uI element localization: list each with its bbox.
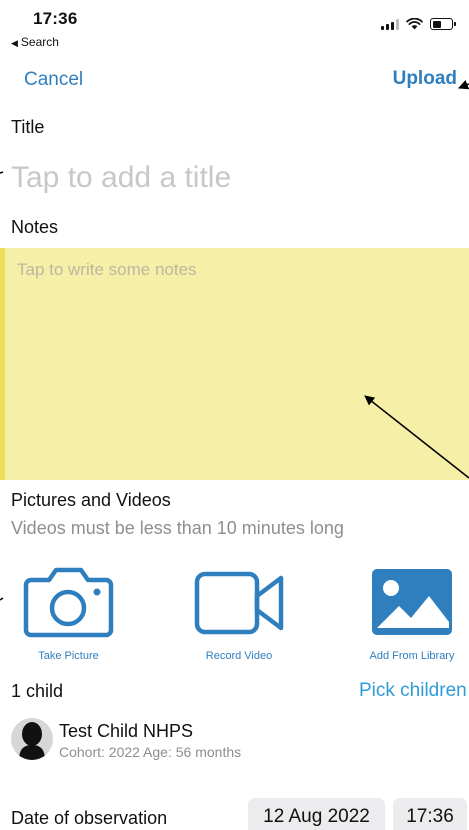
status-icons bbox=[381, 18, 456, 30]
person-silhouette-icon bbox=[19, 722, 45, 760]
upload-button[interactable]: Upload bbox=[393, 68, 457, 90]
photo-library-icon bbox=[372, 569, 452, 635]
child-count: 1 child bbox=[11, 681, 64, 701]
child-name: Test Child NHPS bbox=[59, 721, 194, 741]
cancel-button[interactable]: Cancel bbox=[24, 69, 83, 91]
pick-children-button[interactable]: Pick children bbox=[359, 680, 467, 702]
annotation-tick-media bbox=[0, 597, 4, 601]
cellular-signal-icon bbox=[381, 18, 399, 30]
back-triangle-icon: ◀ bbox=[11, 38, 18, 48]
add-from-library-label: Add From Library bbox=[369, 650, 455, 662]
annotation-tick-title bbox=[0, 171, 4, 174]
record-video-button[interactable]: Record Video bbox=[193, 566, 285, 662]
wifi-icon bbox=[406, 18, 423, 30]
media-subtext: Videos must be less than 10 minutes long bbox=[11, 518, 344, 538]
status-bar: 17:36 ◀ Search bbox=[0, 0, 469, 52]
observation-time-button[interactable]: 17:36 bbox=[393, 798, 467, 830]
video-camera-icon bbox=[194, 571, 284, 635]
camera-icon bbox=[23, 567, 114, 638]
child-avatar bbox=[11, 718, 53, 760]
media-heading: Pictures and Videos bbox=[11, 490, 171, 510]
title-input[interactable] bbox=[11, 158, 451, 198]
observation-date-button[interactable]: 12 Aug 2022 bbox=[248, 798, 385, 830]
child-meta: Cohort: 2022 Age: 56 months bbox=[59, 744, 242, 760]
battery-icon bbox=[430, 18, 456, 30]
nav-bar: Cancel Upload bbox=[0, 66, 469, 96]
back-search-label: Search bbox=[20, 35, 59, 49]
notes-label: Notes bbox=[11, 217, 59, 237]
child-list-item[interactable]: Test Child NHPS Cohort: 2022 Age: 56 mon… bbox=[11, 718, 451, 766]
date-of-observation-label: Date of observation bbox=[11, 808, 168, 828]
record-video-label: Record Video bbox=[205, 650, 273, 662]
title-label: Title bbox=[11, 117, 45, 137]
take-picture-label: Take Picture bbox=[38, 650, 99, 662]
notes-textarea[interactable] bbox=[0, 248, 469, 480]
status-time: 17:36 bbox=[33, 9, 78, 28]
take-picture-button[interactable]: Take Picture bbox=[23, 566, 114, 662]
back-to-search-link[interactable]: ◀ Search bbox=[11, 35, 59, 49]
add-from-library-button[interactable]: Add From Library bbox=[365, 566, 459, 662]
